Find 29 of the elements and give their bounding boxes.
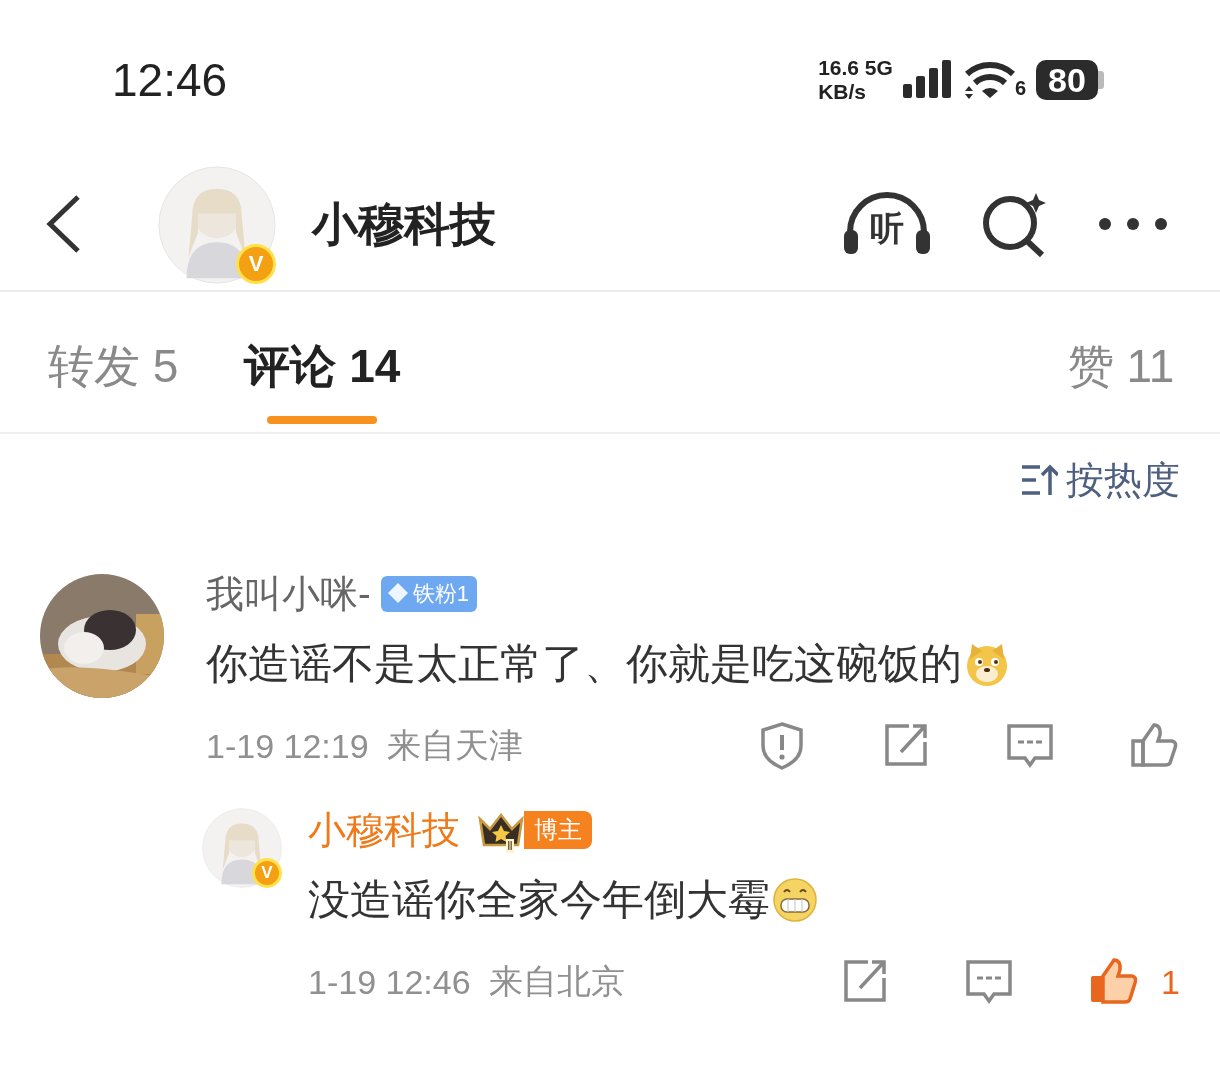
user-name[interactable]: 我叫小咪- xyxy=(206,568,371,620)
wifi-label: 6 xyxy=(1014,77,1026,100)
listen-button[interactable]: 听 xyxy=(842,192,932,258)
comment-text: 你造谣不是太正常了、你就是吃这碗饭的 xyxy=(206,639,962,689)
battery-indicator: 80 xyxy=(1036,60,1104,100)
grin-emoji-icon xyxy=(772,877,818,923)
wifi-icon xyxy=(962,60,1017,100)
dog-emoji-icon xyxy=(964,641,1010,687)
comment-time: 1-19 12:46 xyxy=(308,962,471,1002)
like-count: 1 xyxy=(1161,962,1180,1002)
verified-badge: V xyxy=(236,244,276,284)
comment-time: 1-19 12:19 xyxy=(206,726,369,766)
clock-time: 12:46 xyxy=(112,53,228,107)
comment-location: 来自天津 xyxy=(386,725,523,766)
sort-button[interactable]: 按热度 xyxy=(1020,456,1180,504)
comment-text: 没造谣你全家今年倒大霉 xyxy=(308,875,770,925)
fan-badge: 铁粉1 xyxy=(380,576,477,612)
comment-location: 来自北京 xyxy=(488,961,625,1002)
sort-icon xyxy=(1020,463,1058,497)
avatar-icon xyxy=(158,166,276,284)
account-title: 小穆科技 xyxy=(312,197,496,252)
network-speed: 16.6 5G xyxy=(818,56,893,80)
signal-icon xyxy=(902,60,953,100)
speed-unit: KB/s xyxy=(818,80,867,104)
tab[interactable]: 评论 14 xyxy=(244,292,401,424)
author-badge: 博主 xyxy=(524,811,592,849)
tab[interactable]: 赞 11 xyxy=(1066,292,1176,424)
avatar-icon xyxy=(202,808,282,888)
tab[interactable]: 转发 5 xyxy=(48,292,179,424)
